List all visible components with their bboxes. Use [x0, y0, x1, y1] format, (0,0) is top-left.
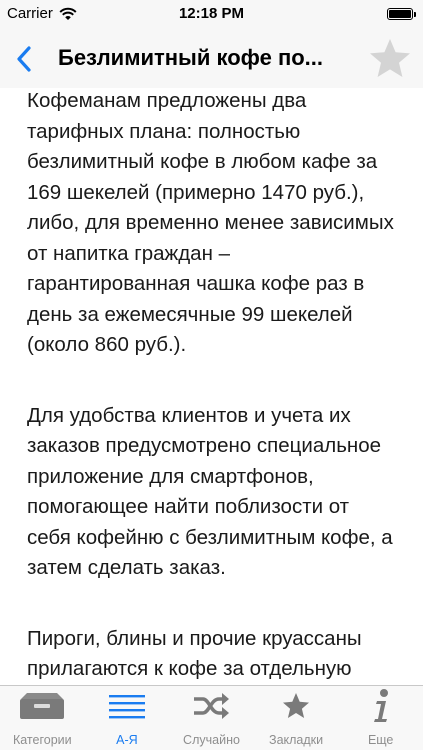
- status-bar: Carrier 12:18 PM: [0, 0, 423, 30]
- tab-categories[interactable]: Категории: [0, 686, 85, 750]
- article-paragraph-2: Для удобства клиентов и учета их заказов…: [27, 403, 393, 580]
- article-content[interactable]: Кофеманам предложены два тарифных плана:…: [0, 88, 423, 685]
- back-button[interactable]: [6, 40, 42, 78]
- battery-fill: [389, 10, 411, 18]
- tab-random[interactable]: Случайно: [169, 686, 254, 750]
- inbox-tray-icon: [20, 693, 65, 719]
- battery-cap: [414, 12, 416, 17]
- star-icon: [370, 39, 410, 77]
- chevron-left-icon: [17, 46, 31, 72]
- battery-icon: [387, 8, 416, 20]
- tab-random-label: Случайно: [183, 733, 240, 747]
- shuffle-icon: [194, 693, 230, 719]
- favorite-button[interactable]: [367, 36, 413, 82]
- tab-more-label: Еще: [367, 733, 394, 747]
- tab-bookmarks-label: Закладки: [269, 733, 324, 747]
- tab-bar: Категории А-Я Случайно Закладки Еще: [0, 685, 423, 750]
- tab-a-z[interactable]: А-Я: [85, 686, 170, 750]
- list-lines-icon: [108, 695, 145, 719]
- navigation-bar: Безлимитный кофе по...: [0, 30, 423, 88]
- star-icon: [283, 693, 310, 718]
- article-paragraph-1: Кофеманам предложены два тарифных плана:…: [27, 89, 394, 356]
- tab-bookmarks[interactable]: Закладки: [254, 686, 339, 750]
- tab-more[interactable]: Еще: [338, 686, 423, 750]
- info-icon: [373, 689, 388, 722]
- page-title: Безлимитный кофе по...: [58, 45, 324, 70]
- article-paragraph-3: Пироги, блины и прочие круассаны прилага…: [27, 626, 362, 681]
- tab-a-z-label: А-Я: [116, 733, 138, 747]
- status-time: 12:18 PM: [178, 5, 245, 22]
- tab-categories-label: Категории: [12, 733, 72, 747]
